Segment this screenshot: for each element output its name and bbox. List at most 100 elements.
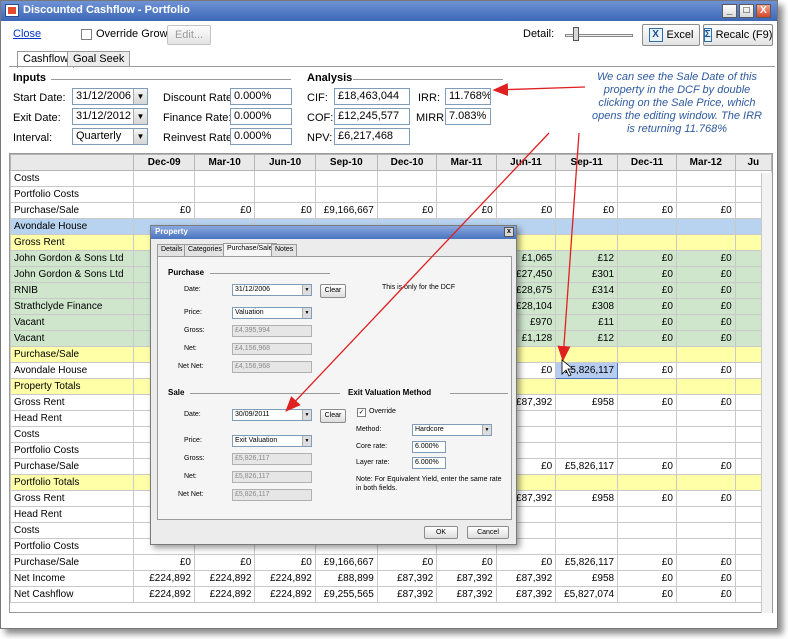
core-rate-field[interactable]: 6.000% — [412, 441, 446, 453]
table-cell[interactable]: £87,392 — [436, 570, 497, 587]
table-cell[interactable]: £9,166,667 — [314, 554, 378, 571]
table-cell[interactable]: £0 — [617, 554, 677, 571]
table-cell[interactable]: £301 — [555, 266, 619, 283]
table-cell[interactable]: £0 — [675, 586, 736, 603]
table-cell[interactable] — [617, 538, 677, 555]
table-cell[interactable] — [617, 410, 677, 427]
table-cell[interactable] — [617, 234, 677, 251]
dialog-tab-categories[interactable]: Categories — [184, 244, 226, 256]
row-label[interactable]: John Gordon & Sons Ltd — [10, 250, 135, 267]
chevron-down-icon[interactable]: ▼ — [133, 109, 147, 124]
table-cell[interactable]: £0 — [675, 202, 736, 219]
cancel-button[interactable]: Cancel — [467, 526, 509, 539]
table-cell[interactable] — [555, 218, 619, 235]
table-cell[interactable]: £224,892 — [193, 570, 256, 587]
table-cell[interactable] — [555, 234, 619, 251]
chevron-down-icon[interactable]: ▼ — [302, 308, 311, 318]
table-cell[interactable] — [555, 426, 619, 443]
table-cell[interactable]: £0 — [617, 362, 677, 379]
table-cell[interactable] — [495, 186, 557, 203]
maximize-button[interactable]: □ — [739, 4, 754, 18]
table-cell[interactable] — [675, 218, 736, 235]
table-cell[interactable] — [495, 170, 557, 187]
interval-combo[interactable]: Quarterly ▼ — [72, 128, 148, 145]
table-cell[interactable]: £0 — [675, 298, 736, 315]
table-cell[interactable]: £9,255,565 — [314, 586, 378, 603]
table-cell[interactable]: £0 — [617, 394, 677, 411]
row-label[interactable]: Gross Rent — [10, 490, 135, 507]
table-cell[interactable]: £5,826,117 — [555, 362, 619, 379]
ok-button[interactable]: OK — [424, 526, 458, 539]
table-cell[interactable]: £0 — [675, 250, 736, 267]
table-cell[interactable]: £0 — [675, 282, 736, 299]
row-label[interactable]: John Gordon & Sons Ltd — [10, 266, 135, 283]
table-cell[interactable] — [617, 474, 677, 491]
table-cell[interactable]: £0 — [495, 554, 557, 571]
table-cell[interactable]: £0 — [675, 362, 736, 379]
row-label[interactable]: Portfolio Costs — [10, 442, 135, 459]
table-cell[interactable]: £0 — [675, 314, 736, 331]
table-cell[interactable]: £0 — [254, 202, 316, 219]
chevron-down-icon[interactable]: ▼ — [302, 285, 311, 295]
row-label[interactable]: Gross Rent — [10, 394, 135, 411]
row-label[interactable]: Purchase/Sale — [10, 202, 135, 219]
table-cell[interactable]: £958 — [555, 394, 619, 411]
table-cell[interactable] — [254, 186, 316, 203]
row-label[interactable]: Vacant — [10, 314, 135, 331]
row-label[interactable]: Avondale House — [10, 218, 135, 235]
table-cell[interactable] — [675, 442, 736, 459]
table-cell[interactable]: £0 — [617, 298, 677, 315]
table-cell[interactable] — [555, 410, 619, 427]
grid-vertical-scrollbar[interactable] — [761, 173, 772, 613]
table-cell[interactable]: £87,392 — [495, 586, 557, 603]
row-label[interactable]: Property Totals — [10, 378, 135, 395]
table-cell[interactable]: £87,392 — [376, 586, 438, 603]
table-cell[interactable] — [675, 410, 736, 427]
table-cell[interactable] — [675, 346, 736, 363]
table-cell[interactable]: £5,826,117 — [555, 554, 619, 571]
row-label[interactable]: Costs — [10, 522, 135, 539]
row-label[interactable]: Purchase/Sale — [10, 346, 135, 363]
table-cell[interactable]: £12 — [555, 250, 619, 267]
table-cell[interactable] — [617, 170, 677, 187]
table-cell[interactable]: £0 — [376, 554, 438, 571]
table-cell[interactable]: £11 — [555, 314, 619, 331]
table-cell[interactable] — [555, 522, 619, 539]
table-cell[interactable]: £0 — [617, 458, 677, 475]
close-link[interactable]: Close — [13, 28, 41, 40]
excel-button[interactable]: X Excel — [642, 24, 700, 46]
table-cell[interactable]: £0 — [133, 554, 195, 571]
table-cell[interactable] — [617, 426, 677, 443]
chevron-down-icon[interactable]: ▼ — [133, 129, 147, 144]
table-cell[interactable]: £12 — [555, 330, 619, 347]
table-cell[interactable]: £0 — [254, 554, 316, 571]
table-cell[interactable]: £0 — [436, 554, 497, 571]
row-label[interactable]: Costs — [10, 170, 135, 187]
override-checkbox[interactable]: ✓ — [357, 408, 366, 417]
table-cell[interactable] — [133, 170, 195, 187]
table-cell[interactable] — [555, 346, 619, 363]
table-cell[interactable]: £0 — [617, 202, 677, 219]
purchase-price-combo[interactable]: Valuation ▼ — [232, 307, 312, 319]
row-label[interactable]: RNIB — [10, 282, 135, 299]
table-cell[interactable]: £0 — [133, 202, 195, 219]
table-cell[interactable]: £87,392 — [495, 570, 557, 587]
dialog-tab-details[interactable]: Details — [157, 244, 187, 256]
table-cell[interactable]: £0 — [617, 570, 677, 587]
table-cell[interactable]: £0 — [675, 490, 736, 507]
table-cell[interactable]: £308 — [555, 298, 619, 315]
table-cell[interactable]: £87,392 — [376, 570, 438, 587]
table-cell[interactable] — [675, 378, 736, 395]
chevron-down-icon[interactable]: ▼ — [302, 410, 311, 420]
table-cell[interactable] — [617, 218, 677, 235]
discount-rate-field[interactable]: 0.000% — [230, 88, 292, 105]
table-cell[interactable] — [617, 378, 677, 395]
row-label[interactable]: Portfolio Costs — [10, 186, 135, 203]
table-cell[interactable]: £0 — [617, 250, 677, 267]
table-cell[interactable] — [617, 522, 677, 539]
table-cell[interactable]: £224,892 — [254, 586, 316, 603]
table-cell[interactable] — [555, 186, 619, 203]
table-cell[interactable]: £0 — [617, 490, 677, 507]
exit-date-combo[interactable]: 31/12/2012 ▼ — [72, 108, 148, 125]
table-cell[interactable]: £88,899 — [314, 570, 378, 587]
